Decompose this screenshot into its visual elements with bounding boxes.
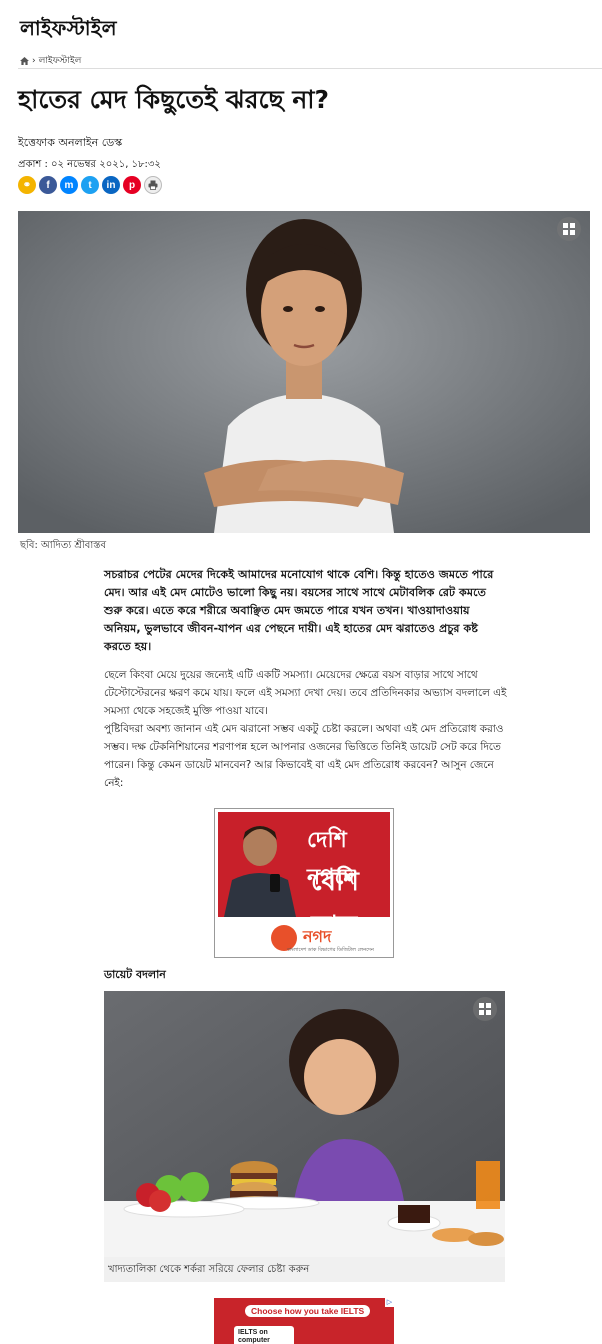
hero-caption: ছবি: আদিত্য শ্রীবাস্তব bbox=[20, 540, 107, 551]
ad-card-text: IELTS on computer bbox=[234, 1326, 294, 1344]
print-icon[interactable] bbox=[144, 176, 162, 194]
breadcrumb-separator: › bbox=[32, 55, 36, 66]
twitter-icon[interactable]: t bbox=[81, 176, 99, 194]
home-icon[interactable] bbox=[20, 56, 29, 65]
byline: ইত্তেফাক অনলাইন ডেস্ক bbox=[18, 136, 123, 149]
ielts-advertisement[interactable]: Choose how you take IELTS IELTS on compu… bbox=[214, 1298, 394, 1344]
share-bar: ⚭ f m t in p bbox=[18, 176, 162, 194]
nagad-advertisement[interactable]: দেশি নগদে বেশি লাভ নগদ বাংলাদেশ ডাক বিভা… bbox=[214, 808, 394, 958]
pinterest-icon[interactable]: p bbox=[123, 176, 141, 194]
gallery-icon[interactable] bbox=[557, 217, 581, 241]
divider bbox=[18, 68, 602, 69]
article-paragraph: ছেলে কিংবা মেয়ে দুয়ের জন্যেই এটি একটি … bbox=[104, 669, 507, 717]
adchoices-icon[interactable]: ▷ bbox=[385, 1298, 394, 1307]
messenger-icon[interactable]: m bbox=[60, 176, 78, 194]
article-body: ছেলে কিংবা মেয়ে দুয়ের জন্যেই এটি একটি … bbox=[104, 666, 508, 792]
article-headline: হাতের মেদ কিছুতেই ঝরছে না? bbox=[18, 85, 330, 114]
gallery-icon[interactable] bbox=[473, 997, 497, 1021]
link-icon[interactable]: ⚭ bbox=[18, 176, 36, 194]
hero-image[interactable] bbox=[18, 211, 590, 533]
section-subheading: ডায়েট বদলান bbox=[104, 968, 166, 981]
image-caption: খাদ্যতালিকা থেকে শর্করা সরিয়ে ফেলার চেষ… bbox=[104, 1257, 505, 1282]
phone-icon bbox=[270, 874, 280, 892]
section-title[interactable]: লাইফস্টাইল bbox=[20, 14, 117, 47]
ad-headline: Choose how you take IELTS bbox=[245, 1305, 371, 1317]
ad-tagline: বাংলাদেশ ডাক বিভাগের ডিজিটাল লেনদেন bbox=[287, 947, 374, 953]
article-image[interactable] bbox=[104, 991, 505, 1257]
article-paragraph: পুষ্টিবিদরা অবশ্য জানান এই মেদ ঝরানো সম্… bbox=[104, 723, 504, 789]
breadcrumb-item[interactable]: লাইফস্টাইল bbox=[39, 53, 82, 68]
facebook-icon[interactable]: f bbox=[39, 176, 57, 194]
linkedin-icon[interactable]: in bbox=[102, 176, 120, 194]
breadcrumb: › লাইফস্টাইল bbox=[20, 53, 81, 68]
publish-date: প্রকাশ : ০২ নভেম্বর ২০২১, ১৮:৩২ bbox=[18, 159, 161, 170]
article-lead: সচরাচর পেটের মেদের দিকেই আমাদের মনোযোগ থ… bbox=[104, 568, 494, 653]
